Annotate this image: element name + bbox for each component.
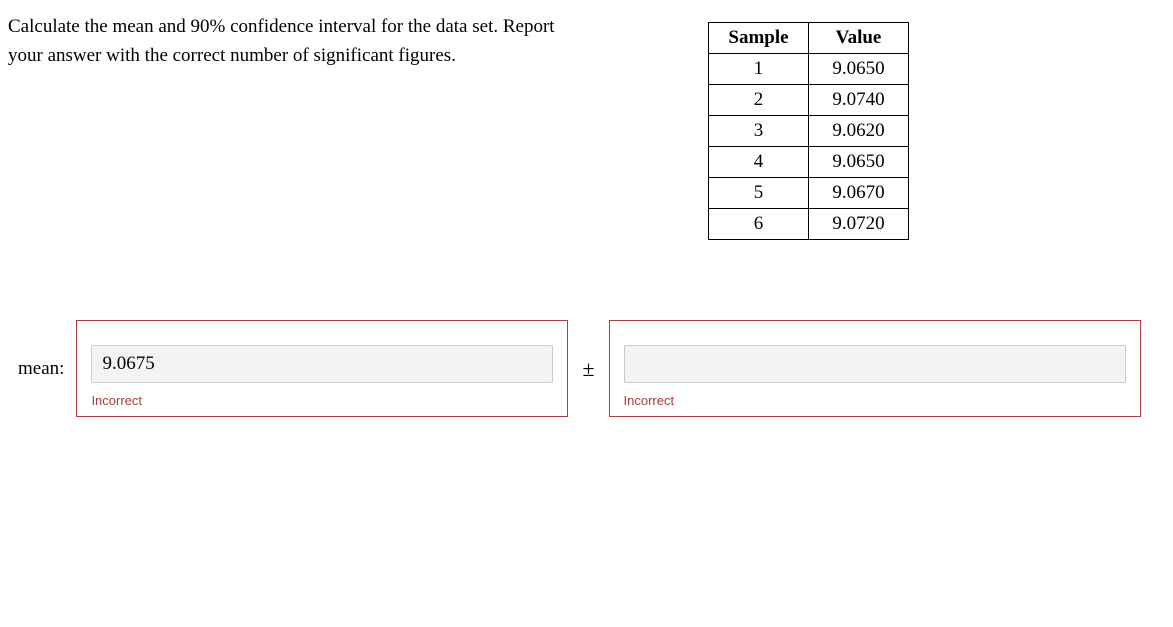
cell-value: 9.0720 <box>809 209 909 240</box>
table-row: 2 9.0740 <box>709 85 909 116</box>
cell-value: 9.0670 <box>809 178 909 209</box>
cell-value: 9.0650 <box>809 147 909 178</box>
ci-input[interactable] <box>624 345 1126 383</box>
table-row: 1 9.0650 <box>709 54 909 85</box>
mean-input[interactable] <box>91 345 553 383</box>
table-row: 3 9.0620 <box>709 116 909 147</box>
cell-value: 9.0620 <box>809 116 909 147</box>
ci-answer-block: Incorrect <box>609 320 1141 417</box>
table-row: 5 9.0670 <box>709 178 909 209</box>
mean-answer-block: Incorrect <box>76 320 568 417</box>
question-prompt: Calculate the mean and 90% confidence in… <box>8 12 588 71</box>
header-sample: Sample <box>709 23 809 54</box>
table-row: 4 9.0650 <box>709 147 909 178</box>
data-table: Sample Value 1 9.0650 2 9.0740 3 9.0620 <box>708 22 909 240</box>
ci-feedback: Incorrect <box>624 393 1126 408</box>
cell-value: 9.0650 <box>809 54 909 85</box>
cell-value: 9.0740 <box>809 85 909 116</box>
table-row: 6 9.0720 <box>709 209 909 240</box>
cell-sample: 4 <box>709 147 809 178</box>
mean-label: mean: <box>18 358 66 380</box>
cell-sample: 6 <box>709 209 809 240</box>
cell-sample: 5 <box>709 178 809 209</box>
cell-sample: 1 <box>709 54 809 85</box>
header-value: Value <box>809 23 909 54</box>
cell-sample: 2 <box>709 85 809 116</box>
cell-sample: 3 <box>709 116 809 147</box>
plus-minus-symbol: ± <box>578 356 598 382</box>
mean-feedback: Incorrect <box>91 393 553 408</box>
